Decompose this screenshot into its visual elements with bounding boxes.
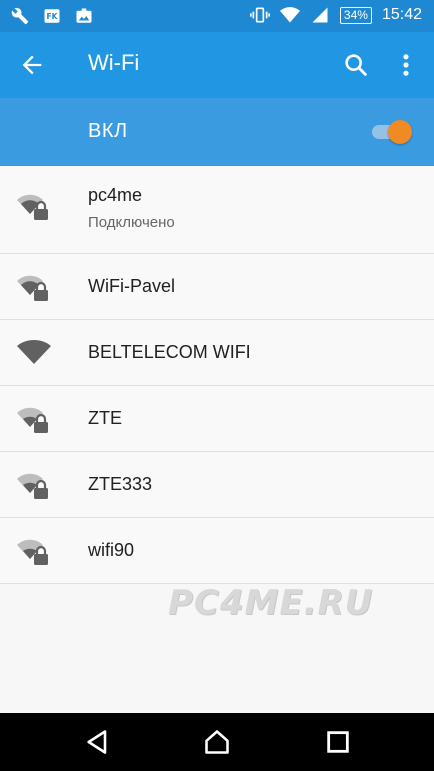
wifi-toggle[interactable] <box>370 120 412 144</box>
signal-icon <box>310 5 330 25</box>
network-item[interactable]: BELTELECOM WIFI <box>0 320 434 386</box>
app-bar: Wi-Fi <box>0 32 434 98</box>
battery-icon: 34% <box>339 6 372 24</box>
fk-icon: FK <box>42 6 62 26</box>
network-item[interactable]: ZTE <box>0 386 434 452</box>
page-title: Wi-Fi <box>88 50 140 75</box>
wifi-lock-icon <box>17 537 53 567</box>
wrench-icon <box>10 6 30 26</box>
status-bar: FK 34% 15:42 <box>0 0 434 32</box>
network-ssid: wifi90 <box>88 540 135 560</box>
network-item[interactable]: wifi90 <box>0 518 434 584</box>
nav-recent-icon[interactable] <box>324 728 352 756</box>
wifi-lock-icon <box>17 471 53 501</box>
network-ssid: BELTELECOM WIFI <box>88 342 251 362</box>
search-icon[interactable] <box>342 51 370 79</box>
network-item[interactable]: pc4me Подключено <box>0 166 434 254</box>
wifi-icon <box>17 339 53 369</box>
vibrate-icon <box>249 5 270 25</box>
network-item[interactable]: ZTE333 <box>0 452 434 518</box>
wifi-lock-icon <box>17 192 53 222</box>
toggle-thumb <box>388 120 412 144</box>
network-ssid: pc4me <box>88 185 143 205</box>
navigation-bar <box>0 713 434 771</box>
wifi-lock-icon <box>17 273 53 303</box>
network-ssid: ZTE <box>88 408 122 428</box>
wifi-switch-bar[interactable]: ВКЛ <box>0 98 434 166</box>
nav-home-icon[interactable] <box>203 728 231 756</box>
network-ssid: ZTE333 <box>88 474 153 494</box>
wifi-icon <box>279 5 300 25</box>
network-status: Подключено <box>88 214 175 231</box>
wifi-lock-icon <box>17 405 53 435</box>
arrow-left-icon[interactable] <box>18 51 46 79</box>
network-list: pc4me Подключено WiFi-Pavel BELTELECOM W… <box>0 166 434 584</box>
watermark: PC4ME.RU <box>168 583 374 623</box>
more-vert-icon[interactable] <box>396 51 416 79</box>
nav-back-icon[interactable] <box>84 728 112 756</box>
image-icon <box>74 6 94 26</box>
wifi-switch-label: ВКЛ <box>88 120 128 142</box>
network-item[interactable]: WiFi-Pavel <box>0 254 434 320</box>
network-ssid: WiFi-Pavel <box>88 276 176 296</box>
clock: 15:42 <box>381 6 422 23</box>
svg-text:FK: FK <box>47 12 59 21</box>
